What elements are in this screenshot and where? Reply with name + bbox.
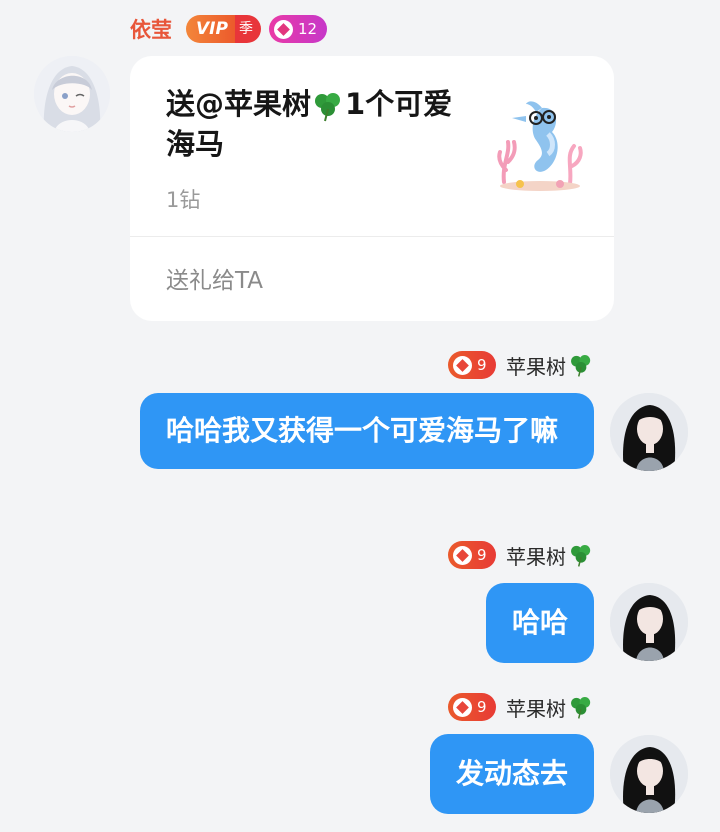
user-name-text: 苹果树 (506, 696, 566, 721)
gift-title-text: 送@苹果树 (166, 87, 312, 121)
clover-icon (315, 93, 341, 122)
user-level-badge[interactable]: 9 (448, 541, 496, 569)
user-avatar[interactable] (610, 583, 688, 661)
user-name-text: 苹果树 (506, 354, 566, 379)
diamond-icon (453, 355, 472, 375)
vip-season-label: 季 (234, 15, 261, 43)
user-name[interactable]: 苹果树 (506, 351, 594, 380)
user-name[interactable]: 苹果树 (506, 693, 594, 722)
message-bubble[interactable]: 发动态去 (429, 734, 594, 814)
user-avatar[interactable] (610, 735, 688, 813)
vip-label: VIP (186, 15, 235, 43)
user-name[interactable]: 苹果树 (506, 541, 594, 570)
user-name-text: 苹果树 (506, 544, 566, 569)
gift-price: 1钻 (166, 188, 201, 212)
user-photo-avatar-icon (610, 735, 688, 813)
clover-icon (571, 545, 591, 567)
message-bubble[interactable]: 哈哈我又获得一个可爱海马了嘛 (140, 393, 594, 469)
message-header: 9 苹果树 (448, 350, 594, 380)
gift-card[interactable]: 送@苹果树 1个可爱海马 1钻 送礼给TA (130, 56, 614, 321)
diamond-icon (453, 697, 472, 717)
user-photo-avatar-icon (610, 393, 688, 471)
vip-season-badge[interactable]: VIP 季 (186, 15, 261, 43)
send-gift-button[interactable]: 送礼给TA (166, 261, 263, 295)
message-header: 9 苹果树 (448, 692, 594, 722)
diamond-icon (273, 19, 293, 39)
user-level-value: 9 (477, 698, 487, 716)
anime-avatar-icon (34, 56, 110, 132)
user-level-value: 9 (477, 356, 487, 374)
user-photo-avatar-icon (610, 583, 688, 661)
gift-title: 送@苹果树 1个可爱海马 (166, 84, 466, 164)
fan-level-value: 12 (297, 20, 318, 38)
message-header: 9 苹果树 (448, 540, 594, 570)
fan-level-badge[interactable]: 12 (268, 15, 328, 43)
clover-icon (571, 355, 591, 377)
sender-name[interactable]: 依莹 (130, 14, 172, 44)
user-avatar[interactable] (610, 393, 688, 471)
user-level-value: 9 (477, 546, 487, 564)
clover-icon (571, 697, 591, 719)
user-level-badge[interactable]: 9 (448, 693, 496, 721)
incoming-avatar[interactable] (34, 56, 110, 132)
message-bubble[interactable]: 哈哈 (485, 583, 594, 663)
user-level-badge[interactable]: 9 (448, 351, 496, 379)
sender-row: 依莹 VIP 季 12 (130, 12, 328, 46)
seahorse-gift-icon (497, 101, 583, 191)
gift-divider (130, 236, 614, 237)
diamond-icon (453, 545, 472, 565)
